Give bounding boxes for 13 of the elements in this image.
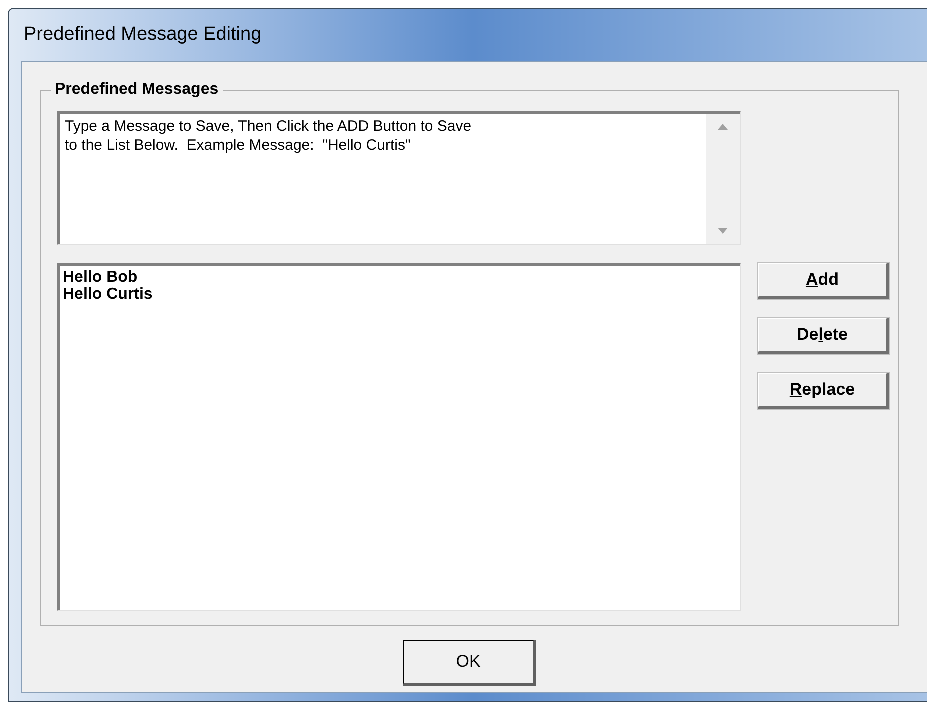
list-item[interactable]: Hello Curtis [63,286,153,303]
scrollbar[interactable] [706,114,740,244]
list-item[interactable]: Hello Bob [63,269,138,286]
group-title: Predefined Messages [51,80,223,100]
action-button[interactable]: Add [758,263,889,299]
scroll-down-icon[interactable] [718,228,728,234]
message-list[interactable]: Hello Bob Hello Curtis [57,263,741,611]
scroll-up-icon[interactable] [718,124,728,130]
action-button[interactable]: Replace [758,373,889,409]
ok-button[interactable]: OK [403,640,536,686]
window-title: Predefined Message Editing [24,22,262,47]
action-button[interactable]: Delete [758,318,889,354]
message-field[interactable]: Type a Message to Save, Then Click the ADD Button to Save to the List Below. Example Message: "Hello Curtis" [57,111,741,245]
